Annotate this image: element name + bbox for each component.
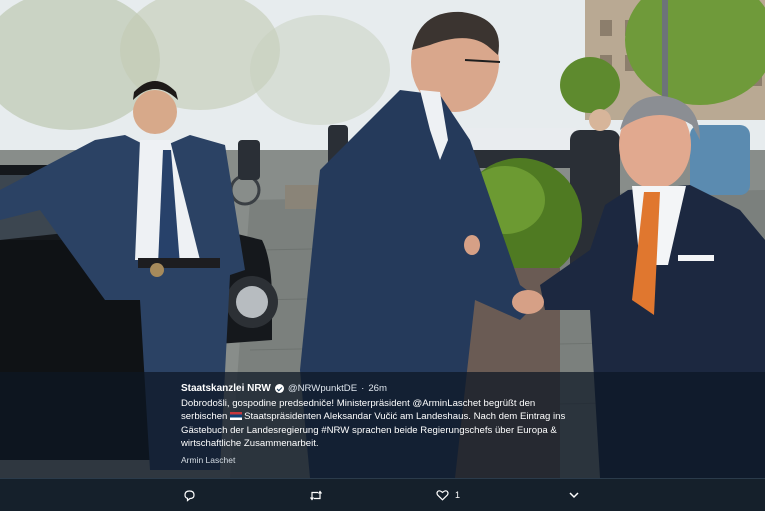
like-count: 1: [455, 490, 461, 500]
verified-icon: [274, 384, 284, 394]
hashtag-link[interactable]: #NRW: [321, 425, 349, 436]
more-options-button[interactable]: [568, 488, 580, 502]
chevron-down-icon: [569, 492, 579, 499]
tweet-text-segment: sprachen beide Regierungschefs über Euro…: [349, 424, 557, 436]
tweet-header: Staatskanzlei NRW @NRWpunktDE · 26m: [181, 382, 581, 395]
tweet-line-1: Dobrodošli, gospodine predsedniče! Minis…: [181, 397, 581, 410]
serbia-flag-icon: [230, 412, 243, 421]
reply-icon: [184, 489, 195, 502]
tweet-text-segment: Dobrodošli, gospodine predsedniče! Minis…: [181, 398, 413, 410]
account-name[interactable]: Staatskanzlei NRW: [181, 382, 271, 395]
like-button[interactable]: 1: [436, 488, 460, 502]
tweet-text-segment: begrüßt den: [480, 398, 536, 410]
separator: ·: [361, 383, 365, 394]
retweet-icon: [310, 490, 322, 500]
tweet-text-segment: Staatspräsidenten Aleksandar Vučić am La…: [244, 411, 566, 423]
tweet-text: Dobrodošli, gospodine predsedniče! Minis…: [181, 397, 581, 450]
mention-link[interactable]: @ArminLaschet: [412, 398, 480, 409]
tweet-time[interactable]: 26m: [368, 382, 387, 395]
photo-credit[interactable]: Armin Laschet: [181, 454, 581, 467]
heart-icon: [436, 490, 449, 501]
tweet-text-segment: Gästebuch der Landesregierung: [181, 424, 322, 436]
tweet-action-bar: 1: [0, 478, 765, 511]
retweet-button[interactable]: [309, 488, 323, 502]
tweet-line-4: wirtschaftliche Zusammenarbeit.: [181, 437, 319, 449]
account-handle[interactable]: @NRWpunktDE: [288, 382, 357, 395]
tweet-content[interactable]: Staatskanzlei NRW @NRWpunktDE · 26m Dobr…: [181, 382, 581, 467]
reply-button[interactable]: [183, 488, 196, 502]
tweet-line-3: Gästebuch der Landesregierung #NRW sprac…: [181, 424, 581, 437]
tweet-text-segment: serbischen: [181, 411, 231, 423]
tweet-line-2: serbischen Staatspräsidenten Aleksandar …: [181, 410, 581, 423]
